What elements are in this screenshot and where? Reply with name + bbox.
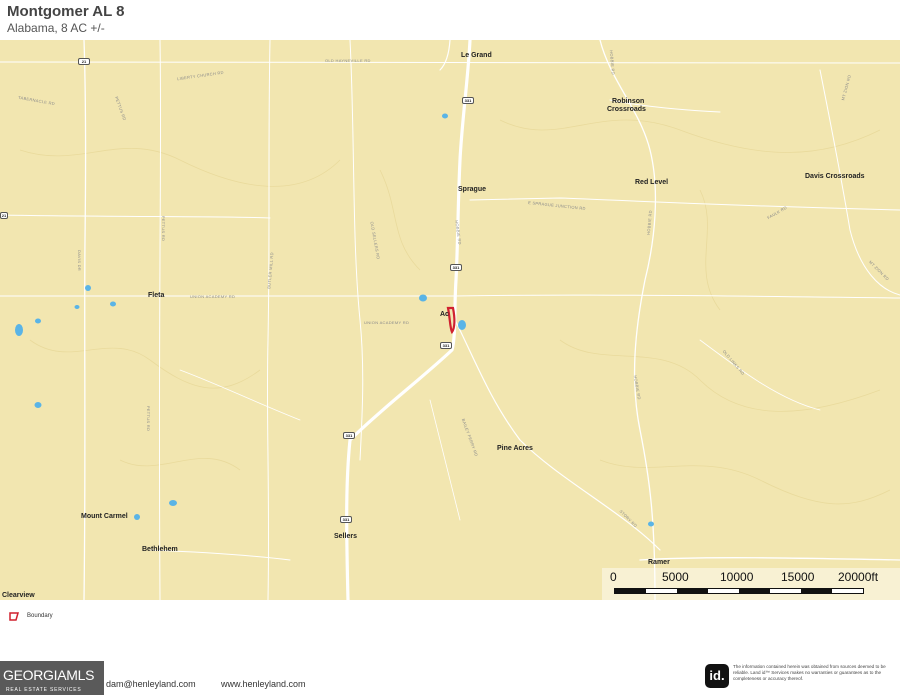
scale-segment <box>739 589 770 593</box>
highway-shield: 331 <box>440 342 452 349</box>
map-title: Montgomer AL 8 <box>7 3 125 20</box>
road-label: OLD HAYNEVILLE RD <box>325 58 371 63</box>
highway-shield: 331 <box>343 432 355 439</box>
georgia-mls-logo: GEORGIAMLS REAL ESTATE SERVICES <box>0 661 104 695</box>
highway-shield: 21 <box>0 212 8 219</box>
place-label: Crossroads <box>607 106 646 113</box>
scale-label: 5000 <box>662 570 689 584</box>
legend-label: Boundary <box>27 613 53 619</box>
place-label: Mount Carmel <box>81 513 128 520</box>
scale-label: 0 <box>610 570 617 584</box>
highway-shield: 331 <box>450 264 462 271</box>
road-label: PETTUS RD <box>146 405 152 432</box>
place-label: Le Grand <box>461 52 492 59</box>
map-canvas[interactable]: Le Grand Robinson Crossroads Sprague Red… <box>0 40 900 600</box>
logo-tagline: REAL ESTATE SERVICES <box>6 687 82 693</box>
map-base-layer <box>0 40 900 600</box>
scale-segment <box>615 589 646 593</box>
water-bodies <box>15 113 654 527</box>
place-label: Ramer <box>648 559 670 566</box>
highway-shield: 331 <box>340 516 352 523</box>
place-label: Bethlehem <box>142 546 178 553</box>
scale-segment <box>677 589 708 593</box>
road-label: UNION ACADEMY RD <box>364 320 410 325</box>
logo-text: GEORGIAMLS <box>3 667 95 683</box>
scale-label: 15000 <box>781 570 815 584</box>
place-label: Ac <box>440 311 449 318</box>
scale-label: 10000 <box>720 570 754 584</box>
contact-email[interactable]: dam@henleyland.com <box>106 679 196 689</box>
boundary-swatch-icon <box>9 612 19 621</box>
road-label: PETTUS RD <box>161 215 167 242</box>
map-subtitle: Alabama, 8 AC +/- <box>7 21 105 35</box>
place-label: Clearview <box>2 592 35 599</box>
website-link[interactable]: www.henleyland.com <box>221 679 306 689</box>
land-id-logo: id. <box>705 664 729 688</box>
road-label: DAVIS DR <box>77 250 82 271</box>
scale-label: 20000ft <box>838 570 879 584</box>
place-label: Fleta <box>148 292 165 299</box>
scale-bar-track <box>614 588 864 594</box>
disclaimer-text: The information contained herein was obt… <box>733 664 886 681</box>
scale-segment <box>801 589 832 593</box>
highway-shield: 21 <box>78 58 90 65</box>
place-label: Sprague <box>458 186 487 193</box>
place-label: Davis Crossroads <box>805 173 865 180</box>
scale-bar: 0 5000 10000 15000 20000ft <box>602 568 900 600</box>
place-label: Red Level <box>635 179 669 186</box>
place-label: Pine Acres <box>497 445 533 452</box>
road-label: UNION ACADEMY RD <box>190 294 236 299</box>
highway-shield: 331 <box>462 97 474 104</box>
place-label: Sellers <box>334 533 357 540</box>
place-label: Robinson <box>612 98 645 105</box>
